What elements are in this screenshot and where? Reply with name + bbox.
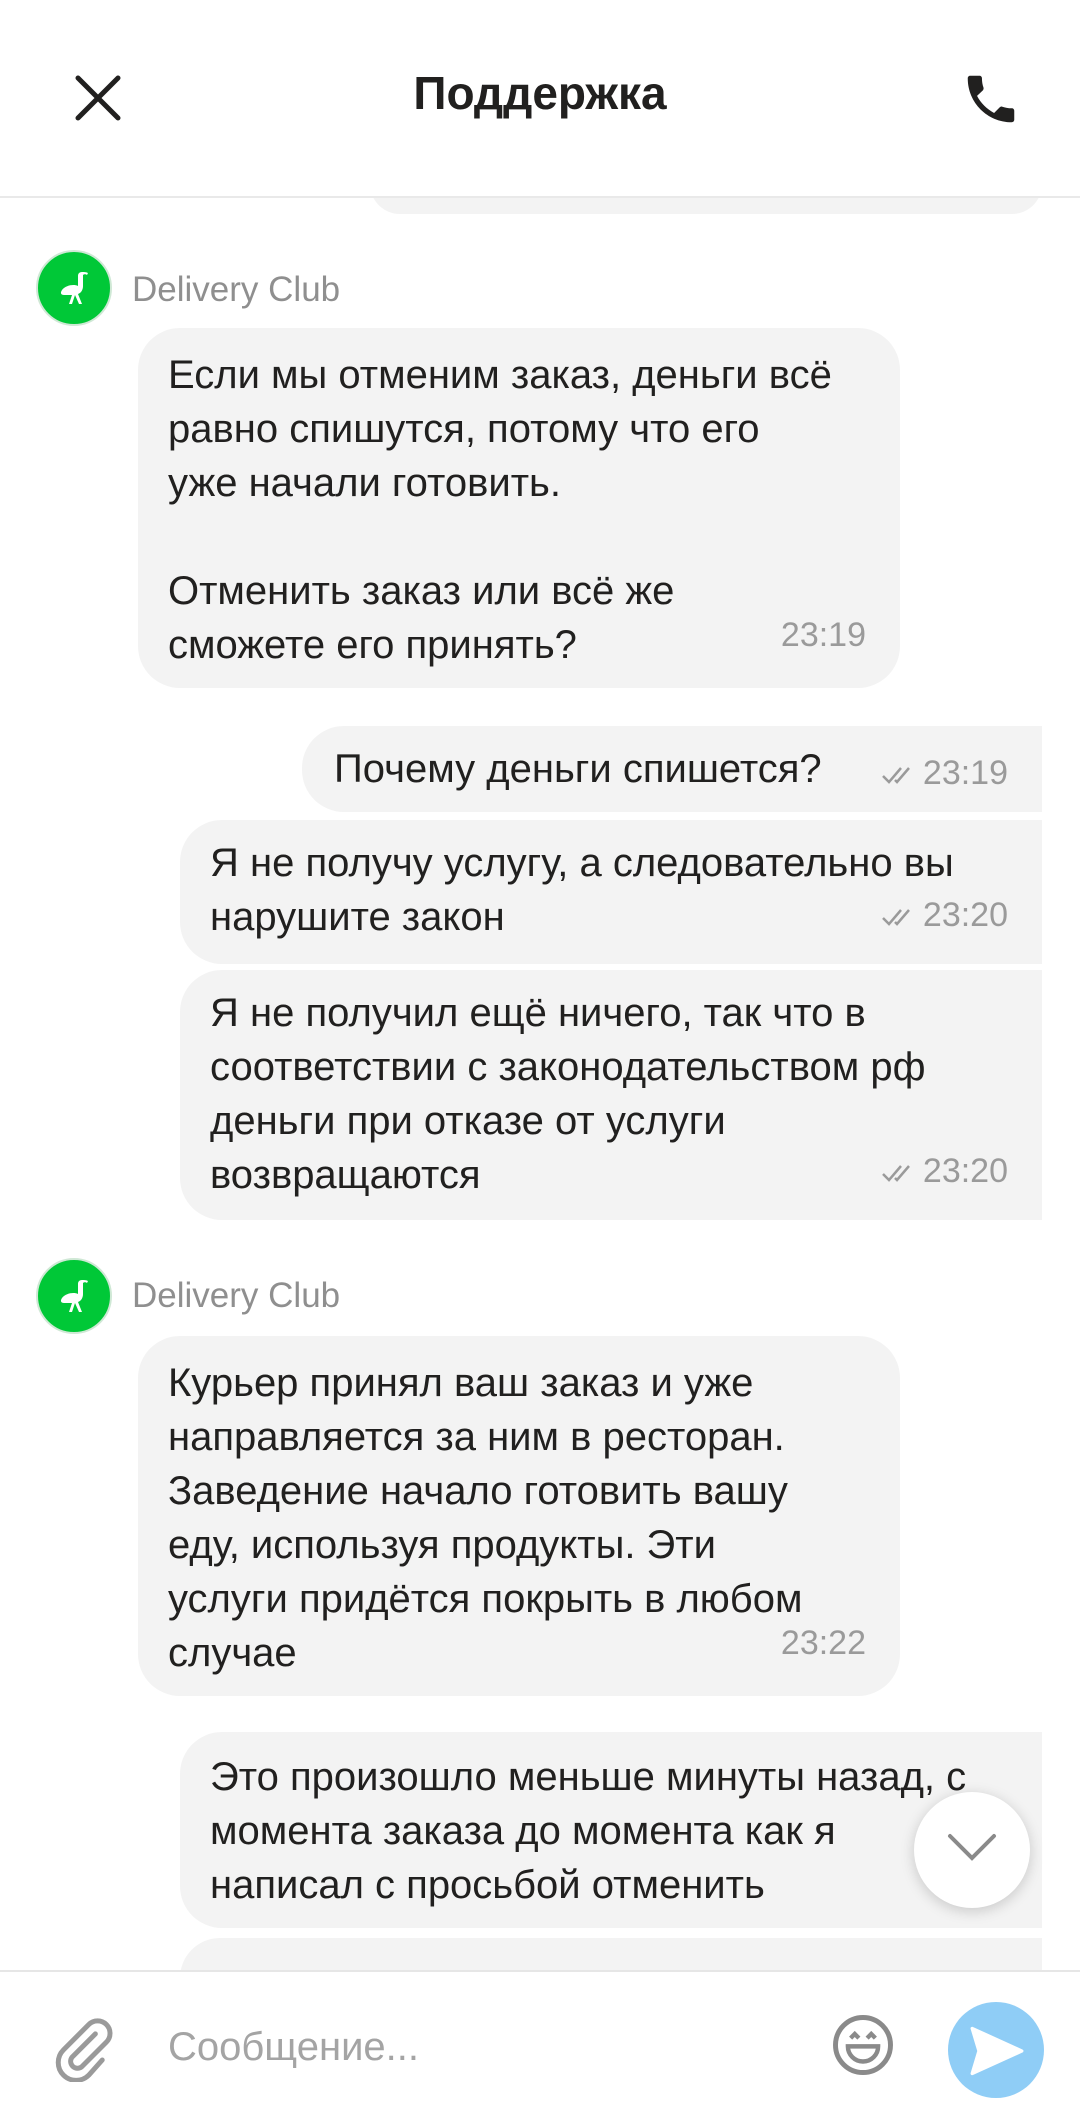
message-bubble-incoming[interactable]: Если мы отменим заказ, деньги всё равно …: [138, 328, 900, 688]
emoji-icon[interactable]: [830, 2012, 896, 2078]
message-time: 23:19: [922, 754, 1008, 792]
sender-name: Delivery Club: [132, 1276, 341, 1315]
message-bubble-outgoing[interactable]: Я не получил ещё ничего, так что в соотв…: [180, 970, 1042, 1220]
avatar: [36, 250, 112, 326]
message-bubble-outgoing[interactable]: Я не получу услугу, а следовательно вы н…: [180, 820, 1042, 964]
message-bubble-incoming[interactable]: Курьер принял ваш заказ и уже направляет…: [138, 1336, 900, 1696]
message-bubble-outgoing[interactable]: Это произошло меньше минуты назад, с мом…: [180, 1732, 1042, 1928]
scroll-down-button[interactable]: [914, 1792, 1030, 1908]
message-text: Если мы отменим заказ, деньги всё равно …: [168, 353, 832, 667]
message-time: 23:19: [780, 616, 866, 654]
send-button[interactable]: [948, 2002, 1044, 2098]
paperclip-icon[interactable]: [50, 2016, 116, 2082]
chat-header: Поддержка: [0, 0, 1080, 198]
double-check-icon: [882, 1165, 910, 1182]
message-time-wrap: 23:20: [881, 888, 1008, 942]
composer: [0, 1970, 1080, 2120]
sender-name: Delivery Club: [132, 270, 341, 309]
message-time-wrap: 23:20: [881, 1144, 1008, 1198]
double-check-icon: [882, 909, 910, 926]
page-title: Поддержка: [413, 67, 667, 119]
message-time-wrap: 23:19: [881, 746, 1008, 800]
avatar: [36, 1258, 112, 1334]
message-time: 23:22: [780, 1624, 866, 1662]
phone-icon[interactable]: [960, 68, 1022, 130]
ostrich-icon: [60, 272, 88, 304]
double-check-icon: [882, 767, 910, 784]
message-time: 23:20: [922, 896, 1008, 934]
message-input[interactable]: [166, 2010, 800, 2084]
message-text: Курьер принял ваш заказ и уже направляет…: [168, 1361, 803, 1675]
message-text: Это произошло меньше минуты назад, с мом…: [210, 1755, 967, 1907]
ostrich-icon: [60, 1280, 88, 1312]
chevron-down-icon: [948, 1834, 996, 1861]
send-icon: [970, 2026, 1024, 2076]
message-time: 23:20: [922, 1152, 1008, 1190]
message-bubble-outgoing[interactable]: Почему деньги спишется? 23:19: [302, 726, 1042, 812]
